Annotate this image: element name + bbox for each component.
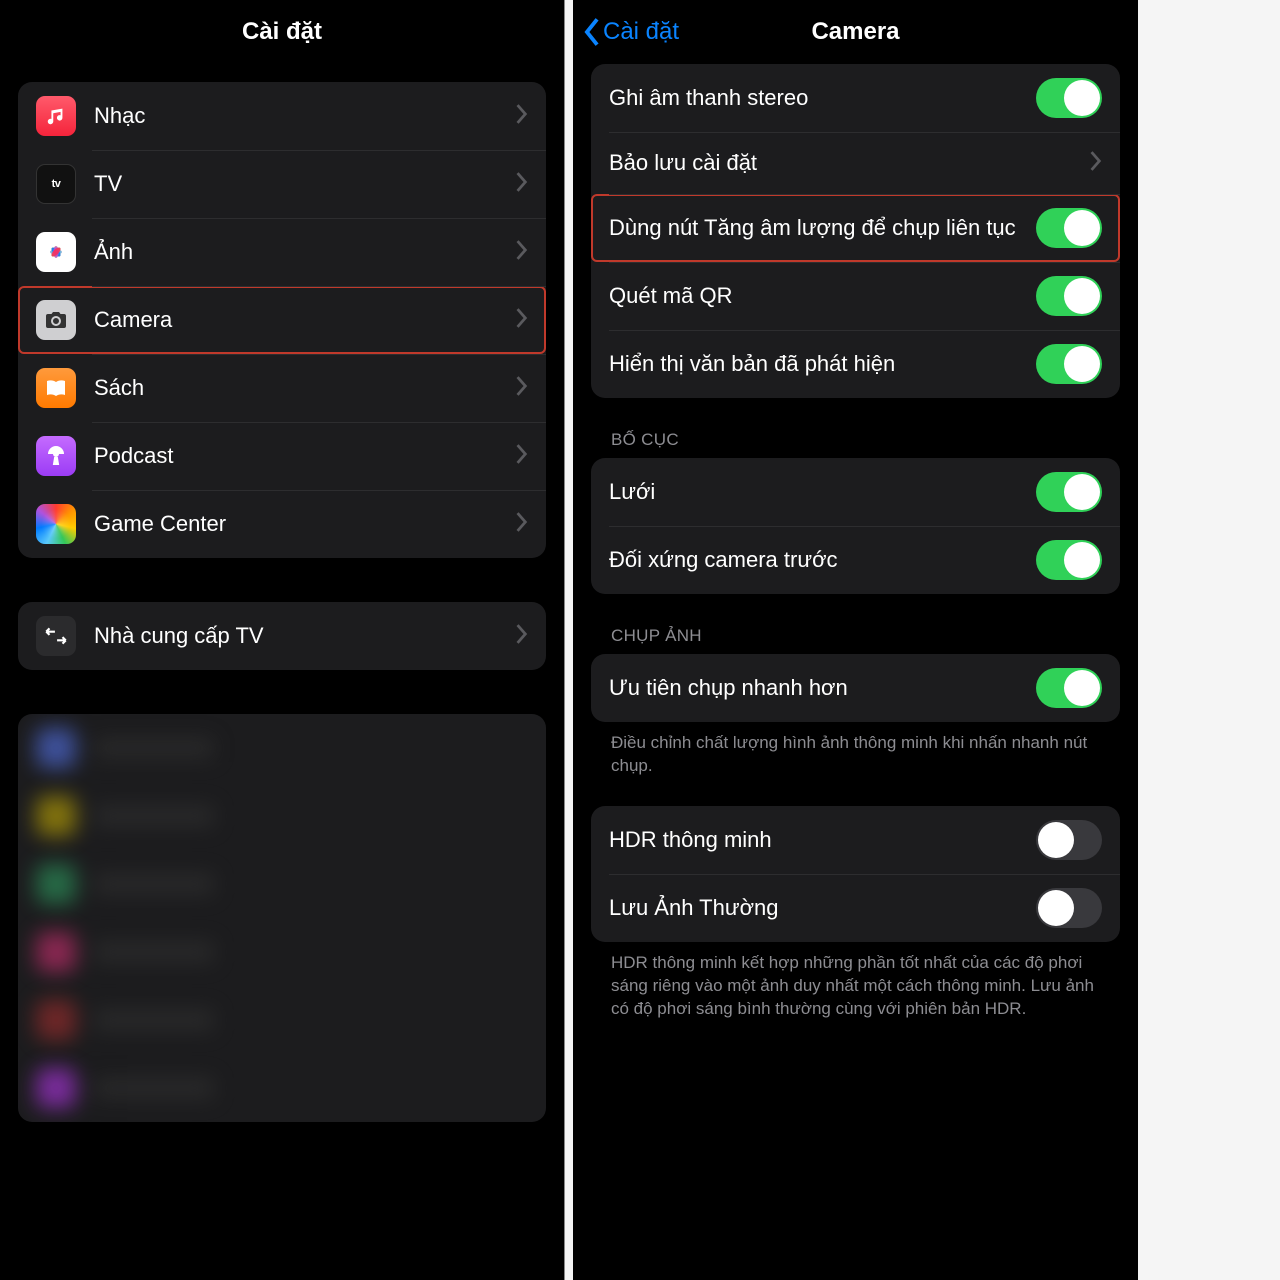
- row-label: Lưới: [609, 478, 1026, 506]
- row-smart-hdr[interactable]: HDR thông minh: [591, 806, 1120, 874]
- toggle-mirror-front[interactable]: [1036, 540, 1102, 580]
- row-qr[interactable]: Quét mã QR: [591, 262, 1120, 330]
- row-music[interactable]: Nhạc: [18, 82, 546, 150]
- chevron-right-icon: [516, 240, 528, 265]
- toggle-smart-hdr[interactable]: [1036, 820, 1102, 860]
- settings-group-tvprovider: Nhà cung cấp TV: [18, 602, 546, 670]
- chevron-right-icon: [516, 624, 528, 649]
- footnote-faster: Điều chỉnh chất lượng hình ảnh thông min…: [591, 722, 1120, 778]
- footnote-hdr: HDR thông minh kết hợp những phần tốt nh…: [591, 942, 1120, 1021]
- camera-group-capture: Ưu tiên chụp nhanh hơn: [591, 654, 1120, 722]
- tvprovider-icon: [36, 616, 76, 656]
- camera-group-composition: Lưới Đối xứng camera trước: [591, 458, 1120, 594]
- row-label: Ưu tiên chụp nhanh hơn: [609, 674, 1026, 702]
- books-icon: [36, 368, 76, 408]
- row-label: Đối xứng camera trước: [609, 546, 1026, 574]
- chevron-right-icon: [516, 512, 528, 537]
- page-title: Cài đặt: [242, 18, 322, 46]
- row-label: TV: [94, 170, 508, 198]
- back-label: Cài đặt: [603, 18, 679, 46]
- row-keep-normal[interactable]: Lưu Ảnh Thường: [591, 874, 1120, 942]
- toggle-qr[interactable]: [1036, 276, 1102, 316]
- row-label: Nhà cung cấp TV: [94, 622, 508, 650]
- music-icon: [36, 96, 76, 136]
- blurred-row: [18, 850, 546, 918]
- blurred-row: [18, 714, 546, 782]
- row-label: Nhạc: [94, 102, 508, 130]
- row-photos[interactable]: Ảnh: [18, 218, 546, 286]
- row-podcast[interactable]: Podcast: [18, 422, 546, 490]
- row-gamecenter[interactable]: Game Center: [18, 490, 546, 558]
- row-label: Hiển thị văn bản đã phát hiện: [609, 350, 1026, 378]
- podcast-icon: [36, 436, 76, 476]
- blurred-row: [18, 918, 546, 986]
- toggle-faster-shooting[interactable]: [1036, 668, 1102, 708]
- row-preserve-settings[interactable]: Bảo lưu cài đặt: [591, 132, 1120, 194]
- toggle-keep-normal[interactable]: [1036, 888, 1102, 928]
- toggle-volume-burst[interactable]: [1036, 208, 1102, 248]
- row-volume-burst[interactable]: Dùng nút Tăng âm lượng để chụp liên tục: [591, 194, 1120, 262]
- section-composition: BỐ CỤC: [591, 398, 1120, 458]
- row-label: Ảnh: [94, 238, 508, 266]
- header-right: Cài đặt Camera: [573, 0, 1138, 64]
- row-label: Game Center: [94, 510, 508, 538]
- chevron-right-icon: [516, 172, 528, 197]
- chevron-right-icon: [516, 308, 528, 333]
- blurred-row: [18, 782, 546, 850]
- settings-pane: Cài đặt Nhạc tv TV: [0, 0, 565, 1280]
- back-button[interactable]: Cài đặt: [583, 0, 679, 64]
- row-label: HDR thông minh: [609, 826, 1026, 854]
- row-faster-shooting[interactable]: Ưu tiên chụp nhanh hơn: [591, 654, 1120, 722]
- camera-group-hdr: HDR thông minh Lưu Ảnh Thường: [591, 806, 1120, 942]
- chevron-right-icon: [1090, 151, 1102, 176]
- chevron-right-icon: [516, 444, 528, 469]
- row-label: Camera: [94, 306, 508, 334]
- header-left: Cài đặt: [0, 0, 564, 64]
- chevron-right-icon: [516, 376, 528, 401]
- toggle-livetext[interactable]: [1036, 344, 1102, 384]
- row-label: Bảo lưu cài đặt: [609, 149, 1082, 177]
- camera-group-1: Ghi âm thanh stereo Bảo lưu cài đặt Dùng…: [591, 64, 1120, 398]
- row-label: Dùng nút Tăng âm lượng để chụp liên tục: [609, 214, 1026, 242]
- row-tv[interactable]: tv TV: [18, 150, 546, 218]
- tv-icon: tv: [36, 164, 76, 204]
- row-books[interactable]: Sách: [18, 354, 546, 422]
- row-label: Podcast: [94, 442, 508, 470]
- row-livetext[interactable]: Hiển thị văn bản đã phát hiện: [591, 330, 1120, 398]
- row-stereo[interactable]: Ghi âm thanh stereo: [591, 64, 1120, 132]
- settings-group-blurred: [18, 714, 546, 1122]
- row-label: Quét mã QR: [609, 282, 1026, 310]
- row-label: Ghi âm thanh stereo: [609, 84, 1026, 112]
- page-title: Camera: [811, 18, 899, 46]
- toggle-grid[interactable]: [1036, 472, 1102, 512]
- blurred-row: [18, 1054, 546, 1122]
- camera-icon: [36, 300, 76, 340]
- settings-group-apps: Nhạc tv TV: [18, 82, 546, 558]
- row-grid[interactable]: Lưới: [591, 458, 1120, 526]
- toggle-stereo[interactable]: [1036, 78, 1102, 118]
- row-label: Lưu Ảnh Thường: [609, 894, 1026, 922]
- row-camera[interactable]: Camera: [18, 286, 546, 354]
- section-capture: CHỤP ẢNH: [591, 594, 1120, 654]
- row-tvprovider[interactable]: Nhà cung cấp TV: [18, 602, 546, 670]
- blurred-row: [18, 986, 546, 1054]
- chevron-right-icon: [516, 104, 528, 129]
- gamecenter-icon: [36, 504, 76, 544]
- photos-icon: [36, 232, 76, 272]
- row-label: Sách: [94, 374, 508, 402]
- row-mirror-front[interactable]: Đối xứng camera trước: [591, 526, 1120, 594]
- camera-settings-pane: Cài đặt Camera Ghi âm thanh stereo Bảo l…: [573, 0, 1138, 1280]
